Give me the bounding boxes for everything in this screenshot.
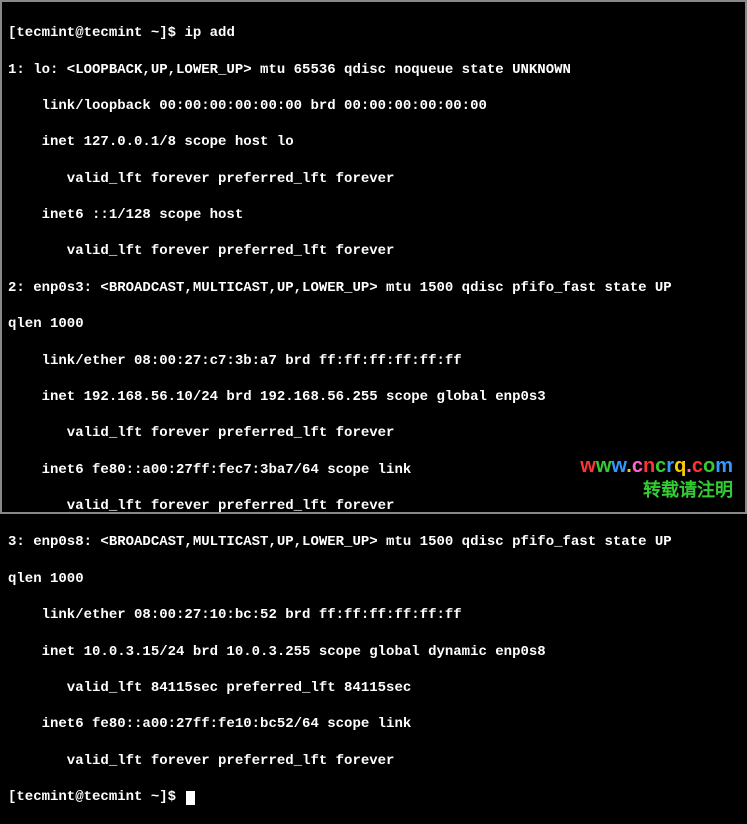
- output-line: link/loopback 00:00:00:00:00:00 brd 00:0…: [8, 97, 739, 115]
- output-line: valid_lft forever preferred_lft forever: [8, 752, 739, 770]
- output-line: inet6 ::1/128 scope host: [8, 206, 739, 224]
- output-line: inet 192.168.56.10/24 brd 192.168.56.255…: [8, 388, 739, 406]
- output-line: 3: enp0s8: <BROADCAST,MULTICAST,UP,LOWER…: [8, 533, 739, 551]
- output-line: 2: enp0s3: <BROADCAST,MULTICAST,UP,LOWER…: [8, 279, 739, 297]
- output-line: valid_lft forever preferred_lft forever: [8, 170, 739, 188]
- output-line: valid_lft 84115sec preferred_lft 84115se…: [8, 679, 739, 697]
- output-line: inet6 fe80::a00:27ff:fe10:bc52/64 scope …: [8, 715, 739, 733]
- output-line: inet6 fe80::a00:27ff:fec7:3ba7/64 scope …: [8, 461, 739, 479]
- terminal-output[interactable]: [tecmint@tecmint ~]$ ip add 1: lo: <LOOP…: [8, 6, 739, 824]
- output-line: inet 127.0.0.1/8 scope host lo: [8, 133, 739, 151]
- shell-prompt: [tecmint@tecmint ~]$: [8, 25, 184, 41]
- cursor-icon: [186, 791, 195, 805]
- output-line: 1: lo: <LOOPBACK,UP,LOWER_UP> mtu 65536 …: [8, 61, 739, 79]
- output-line: valid_lft forever preferred_lft forever: [8, 497, 739, 515]
- output-line: valid_lft forever preferred_lft forever: [8, 242, 739, 260]
- output-line: inet 10.0.3.15/24 brd 10.0.3.255 scope g…: [8, 643, 739, 661]
- output-line: link/ether 08:00:27:10:bc:52 brd ff:ff:f…: [8, 606, 739, 624]
- output-line: valid_lft forever preferred_lft forever: [8, 424, 739, 442]
- shell-prompt: [tecmint@tecmint ~]$: [8, 789, 184, 805]
- output-line: qlen 1000: [8, 315, 739, 333]
- command-text: ip add: [184, 25, 234, 41]
- output-line: link/ether 08:00:27:c7:3b:a7 brd ff:ff:f…: [8, 352, 739, 370]
- output-line: qlen 1000: [8, 570, 739, 588]
